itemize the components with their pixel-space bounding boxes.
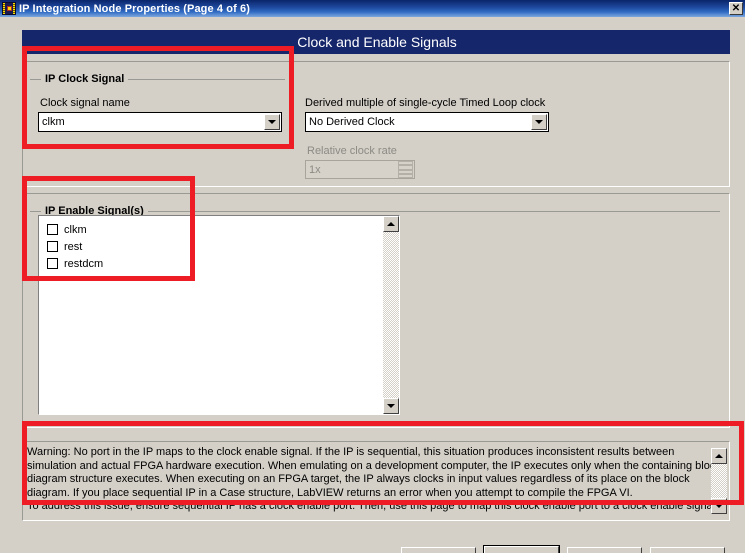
derived-multiple-label: Derived multiple of single-cycle Timed L… (305, 97, 546, 109)
warning-text: Warning: No port in the IP maps to the c… (27, 446, 711, 516)
stepper-up-icon (398, 161, 413, 170)
scroll-up-icon[interactable] (711, 448, 727, 464)
window-title: IP Integration Node Properties (Page 4 o… (19, 2, 250, 15)
dialog-body: Clock and Enable Signals IP Clock Signal… (0, 17, 745, 553)
chevron-down-icon[interactable] (531, 114, 547, 130)
clock-signal-name-combobox[interactable]: clkm (38, 112, 282, 132)
chevron-down-icon[interactable] (264, 114, 280, 130)
help-button[interactable]: Help (650, 547, 725, 553)
back-button[interactable]: < Back (401, 547, 476, 553)
checkbox-icon[interactable] (47, 241, 58, 252)
labview-vi-icon (2, 2, 16, 15)
title-bar: IP Integration Node Properties (Page 4 o… (0, 0, 745, 17)
enable-signals-list: clkm rest restdcm (39, 216, 399, 271)
list-item[interactable]: clkm (47, 222, 399, 237)
cancel-button[interactable]: Cancel (567, 547, 642, 553)
checkbox-icon[interactable] (47, 224, 58, 235)
relative-clock-rate-label: Relative clock rate (307, 145, 397, 157)
list-item-label: rest (64, 240, 83, 253)
warning-scrollbar[interactable] (711, 448, 727, 514)
page-title-banner: Clock and Enable Signals (22, 30, 730, 54)
next-button[interactable]: Next > (483, 545, 560, 553)
list-item[interactable]: restdcm (47, 256, 399, 271)
warning-line: diagram structure executes. When executi… (27, 473, 690, 485)
derived-clock-combobox[interactable]: No Derived Clock (305, 112, 549, 132)
list-item-label: restdcm (64, 257, 104, 270)
list-item-label: clkm (64, 223, 87, 236)
warning-line: diagram. If you place sequential IP in a… (27, 486, 633, 499)
dialog-window: IP Integration Node Properties (Page 4 o… (0, 0, 745, 553)
scroll-up-icon[interactable] (383, 216, 399, 232)
warning-line: To address this issue, ensure sequential… (27, 500, 711, 512)
enable-signals-listbox[interactable]: clkm rest restdcm (38, 215, 400, 415)
page-title: Clock and Enable Signals (297, 34, 457, 50)
scroll-down-icon[interactable] (383, 398, 399, 414)
derived-clock-value: No Derived Clock (309, 116, 395, 128)
scroll-down-icon[interactable] (711, 498, 727, 514)
close-icon[interactable]: ✕ (729, 2, 743, 15)
stepper-down-icon (398, 169, 413, 178)
checkbox-icon[interactable] (47, 258, 58, 269)
listbox-scrollbar[interactable] (383, 216, 399, 414)
stepper-buttons (398, 161, 413, 178)
relative-clock-rate-stepper: 1x (305, 160, 415, 179)
clock-signal-name-value: clkm (42, 116, 65, 128)
warning-line: simulation and actual FPGA hardware exec… (27, 459, 711, 472)
clock-signal-name-label: Clock signal name (40, 97, 130, 109)
list-item[interactable]: rest (47, 239, 399, 254)
relative-clock-rate-value: 1x (309, 163, 321, 176)
warning-line: Warning: No port in the IP maps to the c… (27, 446, 675, 458)
